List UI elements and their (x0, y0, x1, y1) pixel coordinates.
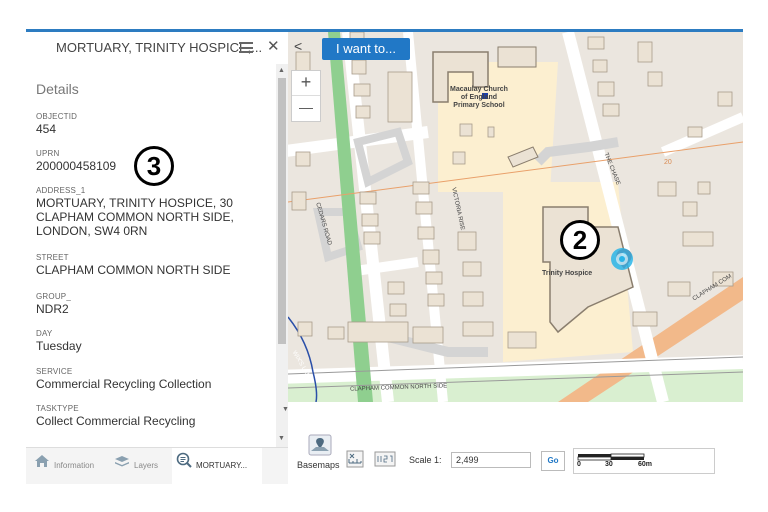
scale-bar: 0 30 60m (573, 448, 715, 474)
field-objectid: OBJECTID 454 (36, 112, 274, 136)
basemaps-button[interactable]: Basemaps (297, 460, 340, 470)
map-bottom-strip: ▼ (282, 402, 743, 428)
contour-label: 20 (664, 159, 672, 166)
scroll-down-icon[interactable]: ▼ (278, 435, 285, 442)
map-canvas[interactable] (288, 32, 743, 402)
basemaps-icon[interactable] (308, 434, 332, 456)
details-panel: MORTUARY, TRINITY HOSPICE,... ✕ Details … (26, 32, 288, 484)
field-service: SERVICE Commercial Recycling Collection (36, 367, 274, 391)
field-value: Commercial Recycling Collection (36, 377, 212, 391)
menu-icon[interactable] (239, 42, 253, 53)
scale-icon[interactable] (346, 450, 364, 468)
field-label: ADDRESS_1 (36, 186, 86, 195)
field-street: STREET CLAPHAM COMMON NORTH SIDE (36, 253, 274, 277)
search-results-icon (176, 448, 192, 484)
field-value: MORTUARY, TRINITY HOSPICE, 30 CLAPHAM CO… (36, 196, 234, 238)
collapse-arrow-icon[interactable]: ▼ (282, 406, 289, 413)
hospice-label: Trinity Hospice (542, 270, 593, 277)
field-value: 454 (36, 122, 57, 136)
zoom-out-button[interactable]: — (292, 95, 320, 120)
scale-tick-60m: 60m (638, 461, 653, 468)
panel-tabs: Information Layers MORTUARY... (26, 447, 288, 484)
zoom-control: + — (291, 70, 321, 122)
zoom-in-button[interactable]: + (292, 71, 320, 95)
go-button[interactable]: Go (541, 451, 565, 471)
i-want-to-button[interactable]: I want to... (322, 38, 410, 60)
panel-title: MORTUARY, TRINITY HOSPICE,... (56, 40, 263, 55)
field-label: SERVICE (36, 367, 73, 376)
map-view[interactable]: Macaulay Church of England Primary Schoo… (288, 32, 743, 402)
details-content: Details OBJECTID 454 UPRN 200000458109 A… (26, 64, 276, 447)
field-label: TASKTYPE (36, 404, 79, 413)
close-icon[interactable]: ✕ (267, 37, 280, 55)
panel-header: MORTUARY, TRINITY HOSPICE,... ✕ (26, 32, 288, 62)
annotation-marker-3: 3 (134, 146, 174, 186)
scroll-up-icon[interactable]: ▲ (278, 67, 285, 74)
school-label: Macaulay Church of England Primary Schoo… (450, 86, 508, 109)
field-value: CLAPHAM COMMON NORTH SIDE (36, 263, 231, 277)
back-chevron-icon[interactable]: < (294, 38, 302, 54)
scale-tick-0: 0 (577, 461, 581, 468)
field-cut-off (36, 441, 274, 445)
field-group: GROUP_ NDR2 (36, 292, 274, 316)
scale-tick-30: 30 (605, 461, 613, 468)
scale-label: Scale 1: (409, 455, 442, 465)
home-icon (34, 448, 50, 484)
tab-label: Layers (134, 461, 159, 471)
field-day: DAY Tuesday (36, 329, 274, 353)
field-tasktype: TASKTYPE Collect Commercial Recycling (36, 404, 274, 428)
field-value: Tuesday (36, 339, 82, 353)
annotation-marker-2: 2 (560, 220, 600, 260)
field-value: Collect Commercial Recycling (36, 414, 196, 428)
tab-results[interactable]: MORTUARY... (172, 448, 262, 484)
map-toolbar: Basemaps Scale 1: 2,499 Go 0 30 60m (288, 428, 743, 483)
field-label: GROUP_ (36, 292, 71, 301)
panel-scrollbar[interactable]: ▲ ▼ (276, 64, 288, 447)
field-value: NDR2 (36, 302, 69, 316)
field-address: ADDRESS_1 MORTUARY, TRINITY HOSPICE, 30 … (36, 186, 274, 238)
field-label: OBJECTID (36, 112, 78, 121)
tab-layers[interactable]: Layers (114, 448, 170, 484)
tab-label: Information (54, 461, 95, 471)
tab-information[interactable]: Information (34, 448, 106, 484)
scroll-thumb[interactable] (278, 78, 286, 344)
layers-icon (114, 448, 130, 484)
scale-input[interactable]: 2,499 (451, 452, 531, 468)
field-label: DAY (36, 329, 53, 338)
field-label: STREET (36, 253, 69, 262)
scale-ratio-icon[interactable] (374, 451, 396, 467)
tab-label: MORTUARY... (196, 461, 248, 471)
details-heading: Details (36, 81, 79, 97)
